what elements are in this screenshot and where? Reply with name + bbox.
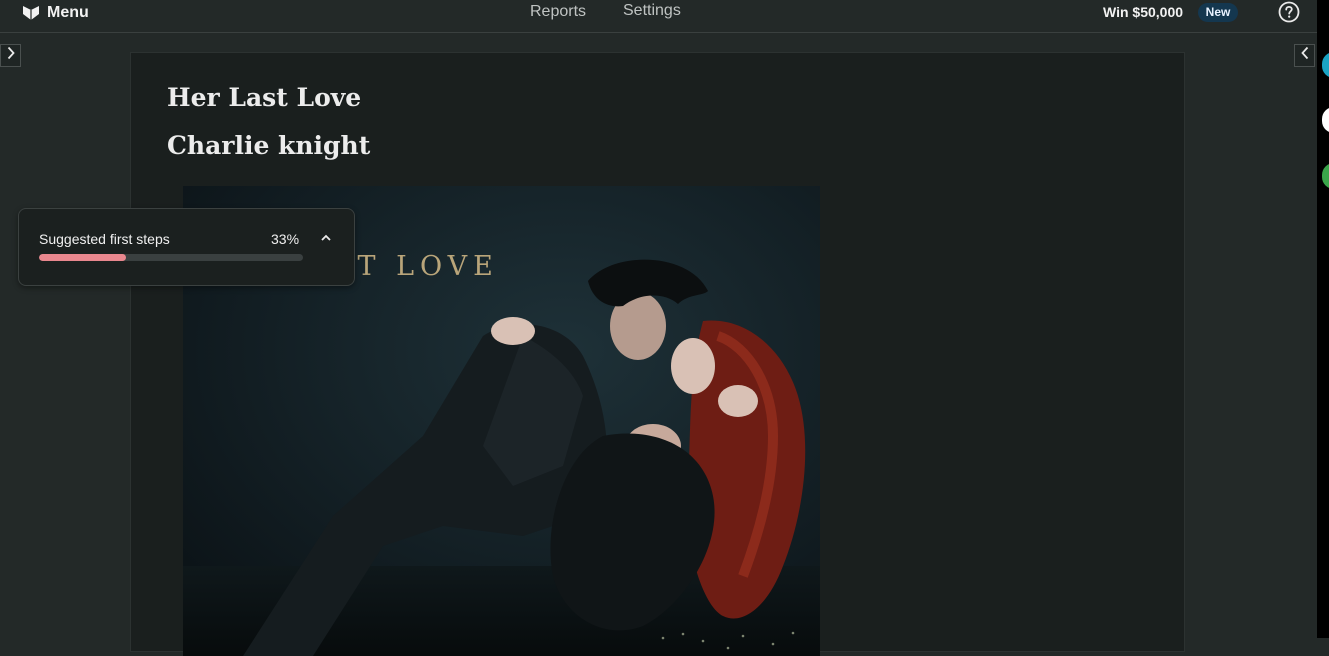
new-badge: New bbox=[1198, 3, 1238, 22]
strip-avatar-1 bbox=[1322, 52, 1329, 78]
menu-button[interactable]: Menu bbox=[22, 2, 89, 24]
chevron-right-icon bbox=[6, 46, 16, 65]
strip-avatar-3 bbox=[1322, 163, 1329, 189]
right-edge-strip bbox=[1317, 0, 1329, 638]
nav-reports-link[interactable]: Reports bbox=[530, 3, 586, 21]
steps-percent: 33% bbox=[271, 231, 300, 247]
document-page: Her Last Love Charlie knight ST LOVE bbox=[130, 52, 1185, 656]
document-author[interactable]: Charlie knight bbox=[167, 131, 370, 160]
document-title[interactable]: Her Last Love bbox=[167, 83, 361, 112]
top-navigation-bar: Menu Reports Settings Win $50,000 New bbox=[0, 0, 1317, 33]
strip-avatar-2 bbox=[1322, 107, 1329, 133]
chevron-up-icon[interactable] bbox=[317, 229, 335, 247]
help-icon[interactable] bbox=[1278, 1, 1300, 23]
nav-settings-link[interactable]: Settings bbox=[623, 2, 681, 20]
steps-progress-track bbox=[39, 254, 303, 261]
promo-link[interactable]: Win $50,000 bbox=[1103, 4, 1183, 20]
expand-left-panel-button[interactable] bbox=[0, 44, 21, 67]
steps-progress-fill bbox=[39, 254, 127, 261]
expand-right-panel-button[interactable] bbox=[1294, 44, 1315, 67]
chevron-left-icon bbox=[1300, 46, 1310, 65]
logo-icon bbox=[22, 5, 40, 21]
suggested-steps-panel[interactable]: Suggested first steps 33% bbox=[18, 208, 355, 286]
cover-text: ST LOVE bbox=[333, 251, 499, 282]
menu-label: Menu bbox=[47, 4, 89, 21]
steps-label: Suggested first steps bbox=[39, 231, 170, 247]
